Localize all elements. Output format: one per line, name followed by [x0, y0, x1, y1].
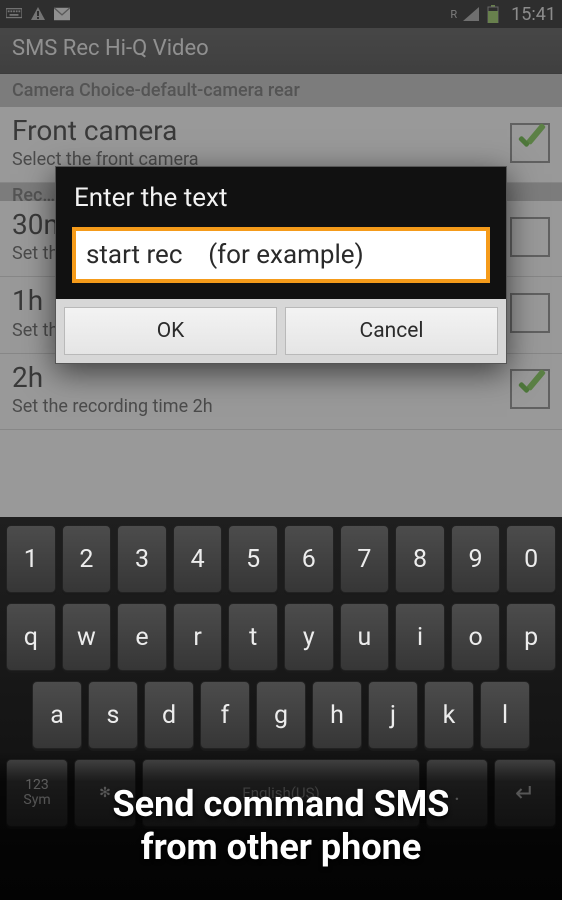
- key-2[interactable]: 2: [62, 525, 112, 593]
- key-8[interactable]: 8: [395, 525, 445, 593]
- text-input-dialog: Enter the text OK Cancel: [55, 166, 507, 364]
- key-d[interactable]: d: [144, 681, 194, 749]
- key-o[interactable]: o: [451, 603, 501, 671]
- key-4[interactable]: 4: [173, 525, 223, 593]
- keyboard-row-1: 1 2 3 4 5 6 7 8 9 0: [4, 525, 558, 593]
- key-0[interactable]: 0: [506, 525, 556, 593]
- key-u[interactable]: u: [340, 603, 390, 671]
- key-r[interactable]: r: [173, 603, 223, 671]
- key-a[interactable]: a: [32, 681, 82, 749]
- caption-line-1: Send command SMS: [113, 783, 450, 825]
- keyboard-row-3: a s d f g h j k l: [4, 681, 558, 749]
- key-q[interactable]: q: [6, 603, 56, 671]
- key-w[interactable]: w: [62, 603, 112, 671]
- keyboard-row-2: q w e r t y u i o p: [4, 603, 558, 671]
- key-1[interactable]: 1: [6, 525, 56, 593]
- key-l[interactable]: l: [480, 681, 530, 749]
- key-f[interactable]: f: [200, 681, 250, 749]
- key-g[interactable]: g: [256, 681, 306, 749]
- key-9[interactable]: 9: [451, 525, 501, 593]
- dialog-text-input[interactable]: [72, 227, 490, 283]
- key-6[interactable]: 6: [284, 525, 334, 593]
- key-5[interactable]: 5: [228, 525, 278, 593]
- key-k[interactable]: k: [424, 681, 474, 749]
- key-s[interactable]: s: [88, 681, 138, 749]
- ok-button[interactable]: OK: [64, 307, 277, 355]
- key-t[interactable]: t: [228, 603, 278, 671]
- caption-line-2: from other phone: [141, 826, 422, 868]
- key-j[interactable]: j: [368, 681, 418, 749]
- key-e[interactable]: e: [117, 603, 167, 671]
- key-p[interactable]: p: [506, 603, 556, 671]
- key-y[interactable]: y: [284, 603, 334, 671]
- dialog-title: Enter the text: [56, 167, 506, 227]
- cancel-button[interactable]: Cancel: [285, 307, 498, 355]
- key-i[interactable]: i: [395, 603, 445, 671]
- key-7[interactable]: 7: [340, 525, 390, 593]
- promo-caption: Send command SMS from other phone: [0, 752, 562, 900]
- key-3[interactable]: 3: [117, 525, 167, 593]
- key-h[interactable]: h: [312, 681, 362, 749]
